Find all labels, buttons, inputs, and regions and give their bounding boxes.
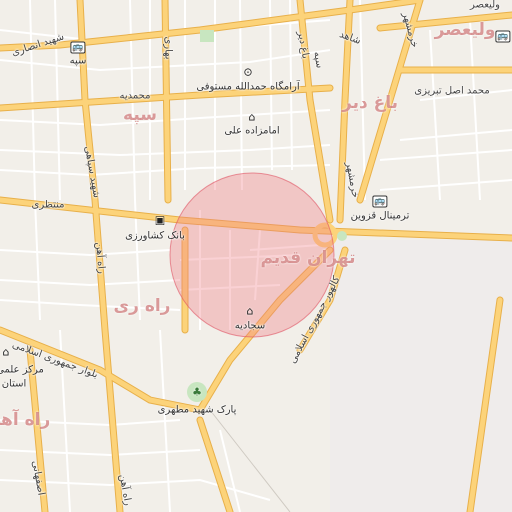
map-view[interactable]: سپه باغ دیر تهران قدیم راه ری راه آهن ول… bbox=[0, 0, 512, 512]
area-label-rah-ahan: راه آهن bbox=[0, 410, 51, 430]
map-base bbox=[0, 0, 512, 512]
mosque-icon[interactable]: ⌂ bbox=[249, 111, 256, 124]
poi-label-park: پارک شهید مطهری bbox=[157, 404, 237, 416]
green-patch bbox=[200, 30, 214, 42]
area-label-sepah: سپه bbox=[123, 105, 157, 125]
museum-icon[interactable]: ⌂ bbox=[3, 346, 10, 359]
area-label-rah-rey: راه ری bbox=[113, 296, 171, 316]
road-label-montazeri: منتظری bbox=[31, 199, 65, 211]
area-label-bagh-dir: باغ دیر bbox=[342, 93, 398, 113]
poi-label-terminal: ترمینال قزوین bbox=[350, 210, 410, 222]
poi-label-aramgah: آرامگاه حمدالله مستوفی bbox=[196, 81, 300, 93]
poi-label-sajjadieh: سجادیه bbox=[234, 320, 266, 332]
area-label-tehran-ghadim: تهران قدیم bbox=[260, 248, 356, 268]
bus-icon[interactable]: 🚌 bbox=[495, 29, 511, 43]
roundabout-green bbox=[337, 231, 347, 241]
road-label-valiasr-top: ولیعصر bbox=[470, 0, 500, 11]
road-label-mohammadieh: محمدیه bbox=[119, 90, 151, 102]
poi-label-sepah-station: سپه bbox=[69, 55, 87, 67]
open-land bbox=[330, 240, 512, 512]
mosque-icon[interactable]: ⌂ bbox=[247, 305, 254, 318]
area-label-valiasr: ولیعصر bbox=[434, 20, 496, 40]
camera-icon[interactable]: ⊙ bbox=[243, 66, 252, 79]
road-label-bahari: بهاری bbox=[162, 36, 174, 60]
bus-icon[interactable]: 🚌 bbox=[70, 40, 86, 54]
tree-icon[interactable]: ♣ bbox=[192, 386, 202, 399]
bus-icon[interactable]: 🚌 bbox=[372, 194, 388, 208]
poi-label-imamzadeh: امامزاده علی bbox=[224, 125, 280, 137]
poi-label-ostan: استان bbox=[1, 378, 27, 390]
road-label-mohammad-asl-tabrizi: محمد اصل تبریزی bbox=[414, 85, 490, 97]
poi-label-markaz: مرکز علمی bbox=[0, 364, 44, 376]
poi-label-bank: بانک کشاورزی bbox=[125, 230, 185, 242]
bank-icon[interactable]: ▣ bbox=[155, 214, 165, 227]
